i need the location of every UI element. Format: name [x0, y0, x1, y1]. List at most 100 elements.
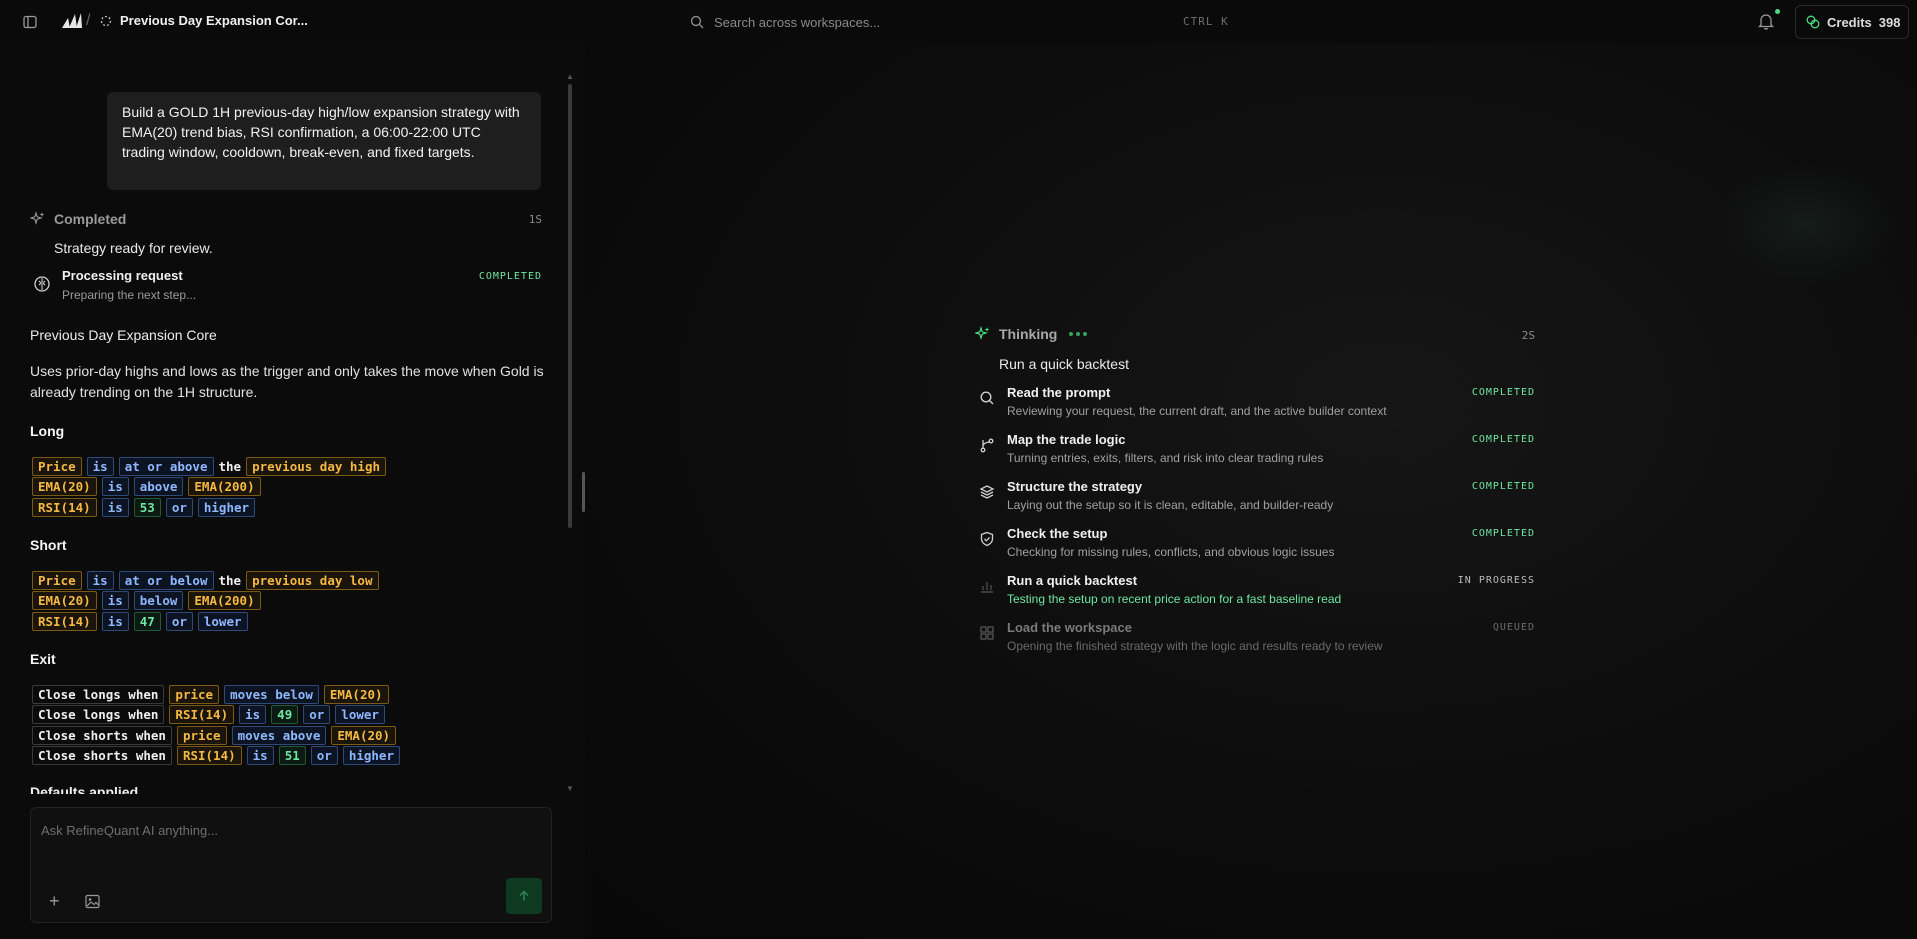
image-upload-icon[interactable]	[85, 894, 101, 910]
step-subtitle: Checking for missing rules, conflicts, a…	[1007, 545, 1335, 559]
shield-check-icon	[979, 531, 997, 549]
step-status-badge: COMPLETED	[1471, 387, 1535, 398]
app-root: / Previous Day Expansion Cor... Search a…	[0, 0, 1917, 939]
chat-input[interactable]: Ask RefineQuant AI anything...	[41, 823, 218, 838]
search-input[interactable]: Search across workspaces...	[714, 15, 880, 30]
step-status-badge: COMPLETED	[1471, 434, 1535, 445]
sparkle-icon	[975, 326, 990, 340]
status-label: Completed	[54, 211, 127, 227]
rule-line: RSI(14) is 47 or lower	[32, 611, 379, 632]
operator-token: higher	[197, 497, 256, 517]
bar-chart-icon	[979, 578, 997, 596]
rule-line: Close longs when price moves below EMA(20)	[32, 684, 400, 705]
indicator-token: Price	[32, 570, 82, 590]
thinking-dots	[1069, 332, 1088, 336]
sidebar-toggle-icon[interactable]	[22, 14, 38, 30]
credits-label: Credits	[1827, 14, 1872, 30]
operator-token: or	[303, 705, 331, 725]
indicator-token: price	[169, 684, 220, 704]
scroll-down-arrow-icon[interactable]: ▼	[566, 784, 574, 793]
operator-token: lower	[335, 705, 385, 725]
indicator-token: RSI(14)	[32, 611, 97, 631]
scroll-up-arrow-icon[interactable]: ▲	[566, 72, 574, 81]
chat-composer: Ask RefineQuant AI anything... +	[30, 807, 552, 923]
logo-icon[interactable]	[60, 12, 84, 30]
operator-token: is	[246, 746, 274, 766]
indicator-token: Price	[32, 456, 82, 476]
indicator-token: EMA(200)	[188, 591, 261, 611]
long-section-title: Long	[30, 423, 65, 439]
breadcrumb-separator: /	[86, 12, 91, 29]
indicator-token: EMA(20)	[331, 725, 397, 745]
operator-token: lower	[197, 611, 248, 631]
breadcrumb[interactable]: Previous Day Expansion Cor...	[100, 13, 308, 28]
coins-icon	[1806, 15, 1820, 29]
strategy-description: Uses prior-day highs and lows as the tri…	[30, 363, 544, 400]
strategy-name: Previous Day Expansion Core	[30, 327, 217, 343]
arrow-up-icon	[519, 890, 529, 901]
operator-token: at or above	[118, 456, 214, 476]
exit-rules: Close longs when price moves below EMA(20) C…	[32, 684, 400, 766]
operator-token: or	[310, 746, 338, 766]
value-token: 49	[271, 705, 299, 725]
user-prompt-bubble: Build a GOLD 1H previous-day high/low ex…	[107, 92, 541, 190]
indicator-token: EMA(200)	[188, 477, 261, 497]
operator-token: is	[101, 497, 129, 517]
brain-icon	[33, 275, 51, 293]
rule-connector-text: the	[218, 458, 242, 474]
bell-icon[interactable]	[1757, 12, 1776, 30]
operator-token: at or below	[118, 570, 214, 590]
plus-icon[interactable]: +	[49, 891, 60, 912]
exit-condition-label: Close shorts when	[32, 746, 172, 766]
thinking-step: Structure the strategy Laying out the set…	[975, 479, 1535, 519]
branch-icon	[979, 437, 997, 455]
processing-title: Processing request	[62, 268, 183, 283]
grid-icon	[979, 625, 997, 643]
operator-token: or	[165, 611, 193, 631]
chat-scroll-area[interactable]: Build a GOLD 1H previous-day high/low ex…	[0, 44, 570, 794]
indicator-token: EMA(20)	[32, 591, 97, 611]
processing-status-badge: COMPLETED	[478, 271, 542, 282]
search-bar[interactable]: Search across workspaces... CTRL K	[690, 10, 1230, 34]
value-token: 47	[133, 611, 161, 631]
breadcrumb-title: Previous Day Expansion Cor...	[120, 13, 308, 28]
thinking-header: Thinking	[975, 326, 1088, 342]
operator-token: is	[101, 611, 129, 631]
thinking-step: Map the trade logic Turning entries, exit…	[975, 432, 1535, 472]
rule-line: Price is at or below the previous day low	[32, 570, 379, 591]
rule-line: Close longs when RSI(14) is 49 or lower	[32, 705, 400, 726]
chat-scrollbar[interactable]	[568, 84, 572, 528]
short-rules: Price is at or below the previous day low EMA…	[32, 570, 379, 632]
thinking-step: Read the prompt Reviewing your request, t…	[975, 385, 1535, 425]
operator-token: is	[101, 591, 129, 611]
status-time: 1S	[528, 212, 542, 226]
credits-button[interactable]: Credits 398	[1795, 5, 1909, 39]
exit-condition-label: Close shorts when	[32, 725, 172, 745]
operator-token: above	[133, 477, 184, 497]
indicator-token: EMA(20)	[323, 684, 389, 704]
operator-token: moves below	[224, 684, 319, 704]
operator-token: below	[133, 591, 184, 611]
indicator-token: RSI(14)	[176, 746, 242, 766]
rule-line: EMA(20) is below EMA(200)	[32, 591, 379, 612]
send-button[interactable]	[506, 878, 542, 914]
completion-status: Completed 1S	[30, 211, 542, 227]
step-subtitle: Reviewing your request, the current draf…	[1007, 404, 1387, 418]
search-shortcut: CTRL K	[1183, 15, 1229, 28]
top-bar: / Previous Day Expansion Cor... Search a…	[0, 0, 1917, 44]
step-title: Check the setup	[1007, 526, 1108, 541]
notification-dot	[1775, 9, 1780, 14]
indicator-token: previous day high	[246, 456, 387, 476]
background-glow	[1717, 164, 1897, 284]
layers-icon	[979, 484, 997, 502]
step-title: Structure the strategy	[1007, 479, 1143, 494]
thinking-step: Run a quick backtest Testing the setup on…	[975, 573, 1535, 613]
indicator-token: EMA(20)	[32, 477, 97, 497]
indicator-token: RSI(14)	[32, 497, 97, 517]
thinking-current-step: Run a quick backtest	[999, 356, 1129, 372]
step-subtitle: Opening the finished strategy with the l…	[1007, 639, 1383, 653]
operator-token: or	[165, 497, 193, 517]
step-title: Run a quick backtest	[1007, 573, 1138, 588]
indicator-token: previous day low	[246, 570, 379, 590]
operator-token: moves above	[231, 725, 327, 745]
